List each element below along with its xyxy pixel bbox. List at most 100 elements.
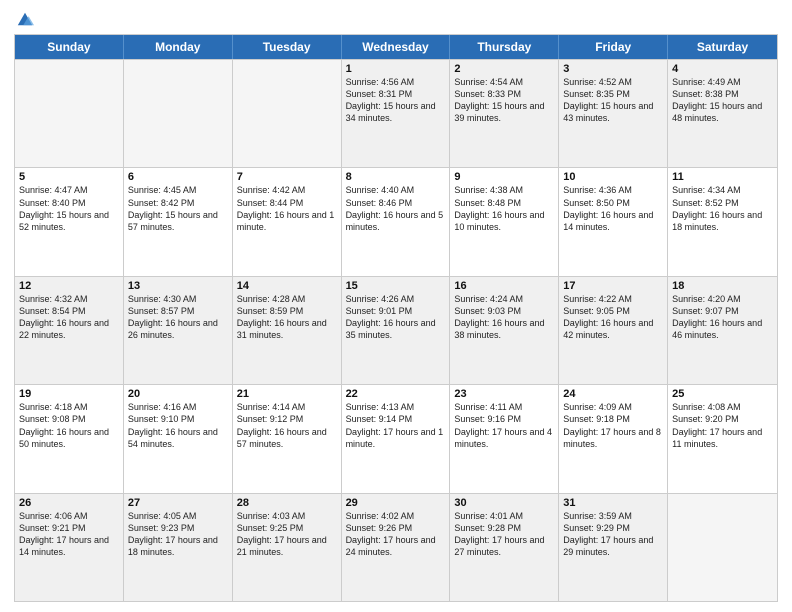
day-info: Sunrise: 4:34 AMSunset: 8:52 PMDaylight:… [672, 184, 773, 233]
day-info: Sunrise: 4:42 AMSunset: 8:44 PMDaylight:… [237, 184, 337, 233]
cal-day-20: 20Sunrise: 4:16 AMSunset: 9:10 PMDayligh… [124, 385, 233, 492]
cal-day-1: 1Sunrise: 4:56 AMSunset: 8:31 PMDaylight… [342, 60, 451, 167]
day-info: Sunrise: 4:03 AMSunset: 9:25 PMDaylight:… [237, 510, 337, 559]
cal-header-thursday: Thursday [450, 35, 559, 59]
day-number: 7 [237, 171, 337, 183]
day-info: Sunrise: 4:24 AMSunset: 9:03 PMDaylight:… [454, 293, 554, 342]
cal-day-31: 31Sunrise: 3:59 AMSunset: 9:29 PMDayligh… [559, 494, 668, 601]
cal-day-22: 22Sunrise: 4:13 AMSunset: 9:14 PMDayligh… [342, 385, 451, 492]
cal-day-25: 25Sunrise: 4:08 AMSunset: 9:20 PMDayligh… [668, 385, 777, 492]
day-number: 4 [672, 63, 773, 75]
calendar-week-3: 12Sunrise: 4:32 AMSunset: 8:54 PMDayligh… [15, 276, 777, 384]
day-info: Sunrise: 4:11 AMSunset: 9:16 PMDaylight:… [454, 401, 554, 450]
cal-header-monday: Monday [124, 35, 233, 59]
cal-day-5: 5Sunrise: 4:47 AMSunset: 8:40 PMDaylight… [15, 168, 124, 275]
day-number: 12 [19, 280, 119, 292]
day-info: Sunrise: 3:59 AMSunset: 9:29 PMDaylight:… [563, 510, 663, 559]
cal-day-11: 11Sunrise: 4:34 AMSunset: 8:52 PMDayligh… [668, 168, 777, 275]
day-info: Sunrise: 4:40 AMSunset: 8:46 PMDaylight:… [346, 184, 446, 233]
day-info: Sunrise: 4:56 AMSunset: 8:31 PMDaylight:… [346, 76, 446, 125]
day-number: 15 [346, 280, 446, 292]
day-info: Sunrise: 4:16 AMSunset: 9:10 PMDaylight:… [128, 401, 228, 450]
day-number: 26 [19, 497, 119, 509]
header [14, 10, 778, 28]
day-number: 11 [672, 171, 773, 183]
cal-day-4: 4Sunrise: 4:49 AMSunset: 8:38 PMDaylight… [668, 60, 777, 167]
cal-day-16: 16Sunrise: 4:24 AMSunset: 9:03 PMDayligh… [450, 277, 559, 384]
page: SundayMondayTuesdayWednesdayThursdayFrid… [0, 0, 792, 612]
day-number: 29 [346, 497, 446, 509]
cal-empty-cell [15, 60, 124, 167]
cal-day-12: 12Sunrise: 4:32 AMSunset: 8:54 PMDayligh… [15, 277, 124, 384]
day-info: Sunrise: 4:18 AMSunset: 9:08 PMDaylight:… [19, 401, 119, 450]
cal-day-3: 3Sunrise: 4:52 AMSunset: 8:35 PMDaylight… [559, 60, 668, 167]
day-number: 2 [454, 63, 554, 75]
day-number: 25 [672, 388, 773, 400]
day-info: Sunrise: 4:38 AMSunset: 8:48 PMDaylight:… [454, 184, 554, 233]
day-number: 1 [346, 63, 446, 75]
cal-header-tuesday: Tuesday [233, 35, 342, 59]
calendar: SundayMondayTuesdayWednesdayThursdayFrid… [14, 34, 778, 602]
cal-day-6: 6Sunrise: 4:45 AMSunset: 8:42 PMDaylight… [124, 168, 233, 275]
cal-day-21: 21Sunrise: 4:14 AMSunset: 9:12 PMDayligh… [233, 385, 342, 492]
cal-day-15: 15Sunrise: 4:26 AMSunset: 9:01 PMDayligh… [342, 277, 451, 384]
cal-day-14: 14Sunrise: 4:28 AMSunset: 8:59 PMDayligh… [233, 277, 342, 384]
day-info: Sunrise: 4:14 AMSunset: 9:12 PMDaylight:… [237, 401, 337, 450]
cal-empty-cell [233, 60, 342, 167]
day-info: Sunrise: 4:54 AMSunset: 8:33 PMDaylight:… [454, 76, 554, 125]
cal-day-26: 26Sunrise: 4:06 AMSunset: 9:21 PMDayligh… [15, 494, 124, 601]
day-number: 6 [128, 171, 228, 183]
day-info: Sunrise: 4:30 AMSunset: 8:57 PMDaylight:… [128, 293, 228, 342]
cal-day-10: 10Sunrise: 4:36 AMSunset: 8:50 PMDayligh… [559, 168, 668, 275]
cal-day-27: 27Sunrise: 4:05 AMSunset: 9:23 PMDayligh… [124, 494, 233, 601]
day-info: Sunrise: 4:09 AMSunset: 9:18 PMDaylight:… [563, 401, 663, 450]
day-number: 14 [237, 280, 337, 292]
day-number: 19 [19, 388, 119, 400]
day-number: 9 [454, 171, 554, 183]
day-info: Sunrise: 4:13 AMSunset: 9:14 PMDaylight:… [346, 401, 446, 450]
cal-empty-cell [668, 494, 777, 601]
logo-icon [16, 10, 34, 28]
cal-day-28: 28Sunrise: 4:03 AMSunset: 9:25 PMDayligh… [233, 494, 342, 601]
day-info: Sunrise: 4:06 AMSunset: 9:21 PMDaylight:… [19, 510, 119, 559]
day-number: 23 [454, 388, 554, 400]
day-number: 21 [237, 388, 337, 400]
cal-day-29: 29Sunrise: 4:02 AMSunset: 9:26 PMDayligh… [342, 494, 451, 601]
logo-text [14, 10, 34, 28]
day-number: 8 [346, 171, 446, 183]
day-number: 20 [128, 388, 228, 400]
cal-day-24: 24Sunrise: 4:09 AMSunset: 9:18 PMDayligh… [559, 385, 668, 492]
cal-day-13: 13Sunrise: 4:30 AMSunset: 8:57 PMDayligh… [124, 277, 233, 384]
day-number: 13 [128, 280, 228, 292]
day-number: 24 [563, 388, 663, 400]
cal-day-30: 30Sunrise: 4:01 AMSunset: 9:28 PMDayligh… [450, 494, 559, 601]
cal-day-8: 8Sunrise: 4:40 AMSunset: 8:46 PMDaylight… [342, 168, 451, 275]
day-info: Sunrise: 4:26 AMSunset: 9:01 PMDaylight:… [346, 293, 446, 342]
day-info: Sunrise: 4:02 AMSunset: 9:26 PMDaylight:… [346, 510, 446, 559]
cal-day-17: 17Sunrise: 4:22 AMSunset: 9:05 PMDayligh… [559, 277, 668, 384]
calendar-week-1: 1Sunrise: 4:56 AMSunset: 8:31 PMDaylight… [15, 59, 777, 167]
calendar-header-row: SundayMondayTuesdayWednesdayThursdayFrid… [15, 35, 777, 59]
cal-empty-cell [124, 60, 233, 167]
day-info: Sunrise: 4:49 AMSunset: 8:38 PMDaylight:… [672, 76, 773, 125]
day-number: 10 [563, 171, 663, 183]
day-info: Sunrise: 4:52 AMSunset: 8:35 PMDaylight:… [563, 76, 663, 125]
logo [14, 10, 34, 28]
day-number: 17 [563, 280, 663, 292]
cal-header-wednesday: Wednesday [342, 35, 451, 59]
cal-header-sunday: Sunday [15, 35, 124, 59]
day-number: 16 [454, 280, 554, 292]
day-info: Sunrise: 4:45 AMSunset: 8:42 PMDaylight:… [128, 184, 228, 233]
cal-day-18: 18Sunrise: 4:20 AMSunset: 9:07 PMDayligh… [668, 277, 777, 384]
day-info: Sunrise: 4:32 AMSunset: 8:54 PMDaylight:… [19, 293, 119, 342]
cal-day-7: 7Sunrise: 4:42 AMSunset: 8:44 PMDaylight… [233, 168, 342, 275]
day-info: Sunrise: 4:01 AMSunset: 9:28 PMDaylight:… [454, 510, 554, 559]
day-info: Sunrise: 4:36 AMSunset: 8:50 PMDaylight:… [563, 184, 663, 233]
day-number: 30 [454, 497, 554, 509]
cal-header-saturday: Saturday [668, 35, 777, 59]
day-info: Sunrise: 4:28 AMSunset: 8:59 PMDaylight:… [237, 293, 337, 342]
day-number: 18 [672, 280, 773, 292]
day-number: 31 [563, 497, 663, 509]
cal-day-2: 2Sunrise: 4:54 AMSunset: 8:33 PMDaylight… [450, 60, 559, 167]
calendar-body: 1Sunrise: 4:56 AMSunset: 8:31 PMDaylight… [15, 59, 777, 601]
